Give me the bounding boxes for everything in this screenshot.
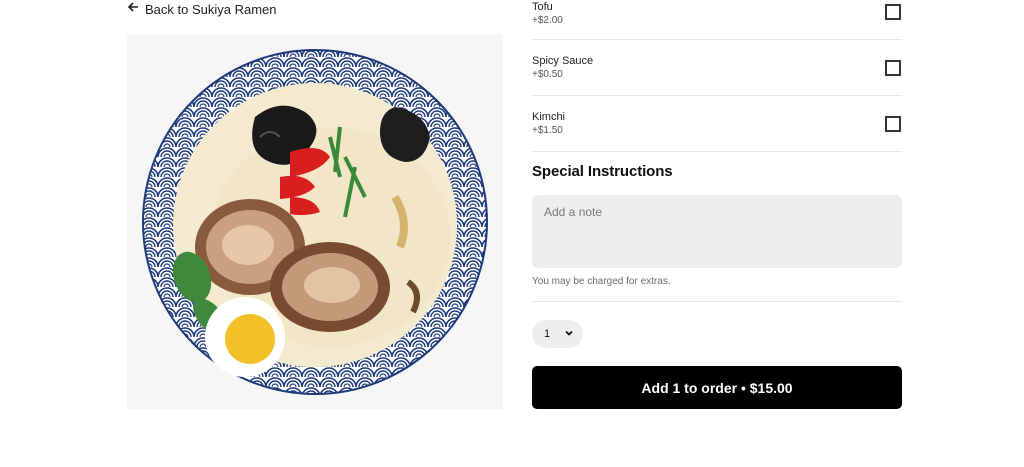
option-checkbox-tofu[interactable] bbox=[885, 4, 901, 20]
special-instructions-section: Special Instructions bbox=[532, 163, 902, 180]
arrow-left-icon bbox=[127, 0, 139, 18]
quantity-value: 1 bbox=[544, 328, 551, 340]
back-to-restaurant-link[interactable]: Back to Sukiya Ramen bbox=[127, 0, 277, 18]
option-price: +$0.50 bbox=[532, 68, 563, 80]
option-checkbox-spicy-sauce[interactable] bbox=[885, 59, 901, 76]
add-to-order-button[interactable]: Add 1 to order • $15.00 bbox=[532, 366, 902, 409]
option-row-tofu[interactable]: Tofu +$2.00 bbox=[532, 0, 902, 40]
option-row-kimchi[interactable]: Kimchi +$1.50 bbox=[532, 96, 902, 152]
option-name: Kimchi bbox=[532, 110, 566, 123]
note-input[interactable] bbox=[532, 195, 902, 268]
special-instructions-title: Special Instructions bbox=[532, 163, 673, 180]
divider bbox=[532, 301, 902, 302]
option-name: Spicy Sauce bbox=[532, 54, 594, 67]
ramen-bowl-illustration bbox=[142, 48, 488, 395]
options-list: Tofu +$2.00 Spicy Sauce +$0.50 Kimchi +$… bbox=[532, 0, 902, 152]
quantity-select[interactable]: 1 bbox=[532, 320, 583, 348]
back-link-label: Back to Sukiya Ramen bbox=[145, 1, 277, 17]
option-price: +$2.00 bbox=[532, 15, 563, 26]
option-checkbox-kimchi[interactable] bbox=[885, 115, 901, 132]
extras-charge-note: You may be charged for extras. bbox=[532, 276, 671, 287]
chevron-down-icon bbox=[564, 325, 574, 343]
option-name: Tofu bbox=[532, 1, 553, 13]
item-image bbox=[127, 34, 503, 409]
option-row-spicy-sauce[interactable]: Spicy Sauce +$0.50 bbox=[532, 40, 902, 96]
option-price: +$1.50 bbox=[532, 124, 563, 136]
